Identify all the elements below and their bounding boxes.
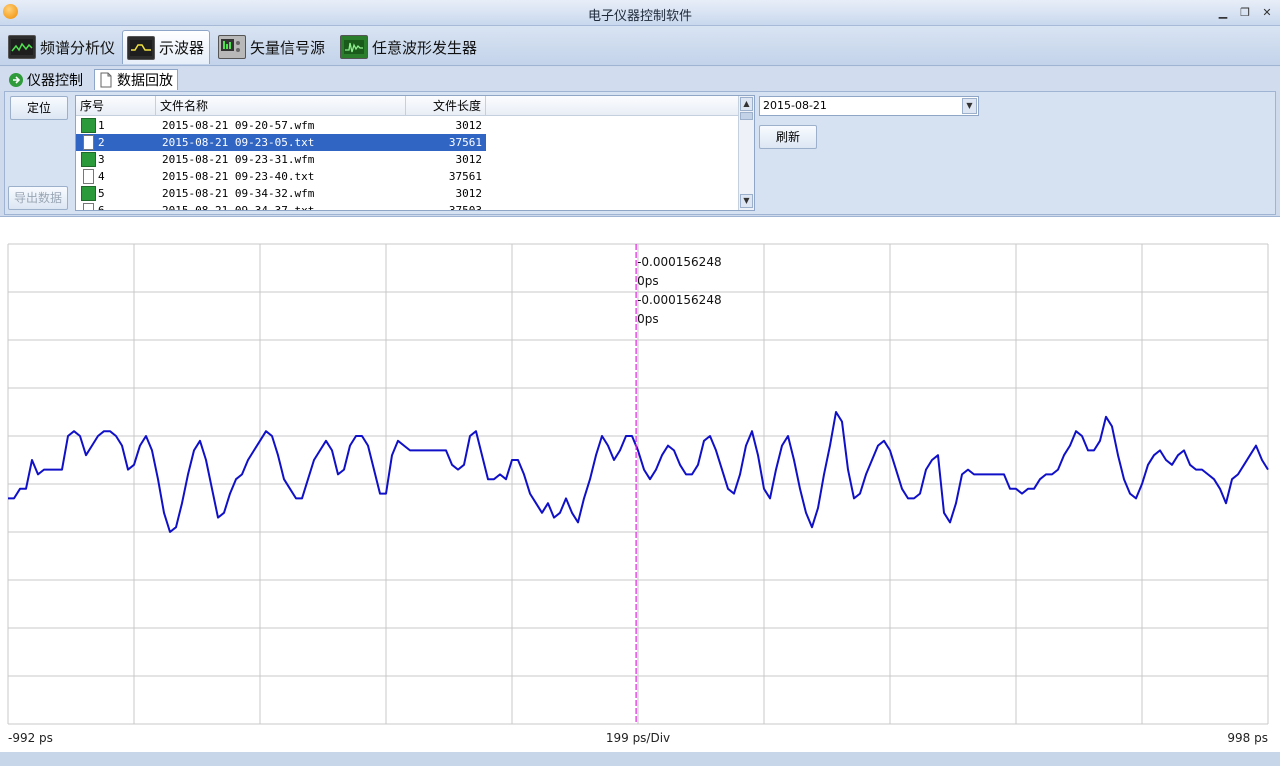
- row-file-length: 37503: [448, 204, 482, 211]
- locate-button[interactable]: 定位: [10, 96, 68, 120]
- tab-arbitrary-waveform-generator[interactable]: 任意波形发生器: [336, 30, 482, 64]
- row-file-length: 3012: [455, 187, 483, 200]
- scroll-down-icon[interactable]: ▼: [740, 194, 753, 208]
- table-row[interactable]: 3 2015-08-21 09-23-31.wfm 3012: [76, 151, 738, 168]
- tab-label: 矢量信号源: [250, 38, 326, 57]
- waveform-file-icon: [81, 186, 96, 201]
- instrument-control-icon: [9, 72, 23, 87]
- playback-panel: 定位 导出数据 序号 文件名称 文件长度 1 2015-08-21 09-20-5…: [4, 91, 1276, 215]
- row-file-name: 2015-08-21 09-23-40.txt: [162, 170, 315, 183]
- tab-spectrum-analyzer[interactable]: 频谱分析仪: [4, 30, 118, 64]
- row-file-name: 2015-08-21 09-23-31.wfm: [162, 153, 315, 166]
- document-icon: [100, 72, 112, 88]
- x-axis-division-label: 199 ps/Div: [605, 731, 671, 745]
- cursor-readout: -0.000156248: [637, 255, 722, 269]
- row-index: 3: [98, 153, 105, 166]
- file-list-scrollbar[interactable]: ▲ ▼: [738, 96, 754, 210]
- column-header-index[interactable]: 序号: [76, 96, 156, 116]
- row-index: 2: [98, 136, 105, 149]
- text-file-icon: [83, 135, 94, 150]
- scroll-thumb[interactable]: [740, 112, 753, 120]
- tab-vector-signal-source[interactable]: 矢量信号源: [214, 30, 332, 64]
- row-file-length: 3012: [455, 119, 483, 132]
- window-title: 电子仪器控制软件: [587, 9, 692, 24]
- chevron-down-icon[interactable]: ▼: [962, 98, 977, 114]
- waveform-file-icon: [81, 118, 96, 133]
- scroll-up-icon[interactable]: ▲: [740, 97, 753, 111]
- waveform-display[interactable]: -0.000156248 0ps -0.000156248 0ps -992 ps 1…: [0, 216, 1280, 752]
- instrument-ribbon: 频谱分析仪 示波器 矢量信号源 任意波形发生器: [0, 26, 1280, 66]
- x-axis-end-label: 998 ps: [1227, 731, 1268, 745]
- date-select[interactable]: 2015-08-21 ▼: [759, 96, 979, 116]
- date-select-value: 2015-08-21: [763, 99, 827, 112]
- tab-instrument-control[interactable]: 仪器控制: [4, 69, 87, 90]
- export-data-button[interactable]: 导出数据: [8, 186, 68, 210]
- row-file-name: 2015-08-21 09-34-32.wfm: [162, 187, 315, 200]
- vector-signal-source-icon: [218, 35, 246, 59]
- row-index: 5: [98, 187, 105, 200]
- row-file-length: 3012: [455, 153, 483, 166]
- row-index: 4: [98, 170, 105, 183]
- refresh-button[interactable]: 刷新: [759, 125, 817, 149]
- column-header-name[interactable]: 文件名称: [156, 96, 406, 116]
- row-file-name: 2015-08-21 09-34-37.txt: [162, 204, 315, 211]
- waveform-chart[interactable]: -0.000156248 0ps -0.000156248 0ps: [0, 217, 1280, 753]
- tab-label: 示波器: [159, 39, 205, 57]
- row-index: 1: [98, 119, 105, 132]
- file-list[interactable]: 序号 文件名称 文件长度 1 2015-08-21 09-20-57.wfm 301…: [75, 95, 755, 211]
- row-file-length: 37561: [448, 170, 482, 183]
- cursor-readout: -0.000156248: [637, 293, 722, 307]
- tab-label: 数据回放: [117, 73, 173, 89]
- table-row[interactable]: 2 2015-08-21 09-23-05.txt 37561: [76, 134, 738, 151]
- restore-icon[interactable]: ❐: [1238, 6, 1252, 20]
- row-file-name: 2015-08-21 09-23-05.txt: [162, 136, 315, 149]
- table-row[interactable]: 1 2015-08-21 09-20-57.wfm 3012: [76, 117, 738, 134]
- minimize-icon[interactable]: ▁: [1216, 6, 1230, 20]
- tab-label: 频谱分析仪: [40, 38, 116, 57]
- column-header-length[interactable]: 文件长度: [406, 96, 486, 116]
- waveform-generator-icon: [340, 35, 368, 59]
- title-bar: 电子仪器控制软件 ▁ ❐ ✕: [0, 0, 1280, 26]
- cursor-readout: 0ps: [637, 312, 659, 326]
- table-row[interactable]: 5 2015-08-21 09-34-32.wfm 3012: [76, 185, 738, 202]
- waveform-file-icon: [81, 152, 96, 167]
- tab-oscilloscope[interactable]: 示波器: [122, 30, 210, 64]
- table-row[interactable]: 4 2015-08-21 09-23-40.txt 37561: [76, 168, 738, 185]
- tab-label: 仪器控制: [27, 72, 83, 89]
- row-file-name: 2015-08-21 09-20-57.wfm: [162, 119, 315, 132]
- cursor-readout: 0ps: [637, 274, 659, 288]
- row-index: 6: [98, 204, 105, 211]
- tab-label: 任意波形发生器: [372, 38, 478, 57]
- tab-data-playback[interactable]: 数据回放: [94, 69, 178, 90]
- text-file-icon: [83, 203, 94, 210]
- file-list-header: 序号 文件名称 文件长度: [76, 96, 738, 116]
- row-file-length: 37561: [448, 136, 482, 149]
- status-bar: [0, 752, 1280, 766]
- text-file-icon: [83, 169, 94, 184]
- oscilloscope-icon: [127, 35, 155, 60]
- sub-tabs: 仪器控制 数据回放: [0, 67, 1280, 91]
- close-icon[interactable]: ✕: [1260, 6, 1274, 20]
- table-row[interactable]: 6 2015-08-21 09-34-37.txt 37503: [76, 202, 738, 211]
- spectrum-analyzer-icon: [8, 35, 36, 59]
